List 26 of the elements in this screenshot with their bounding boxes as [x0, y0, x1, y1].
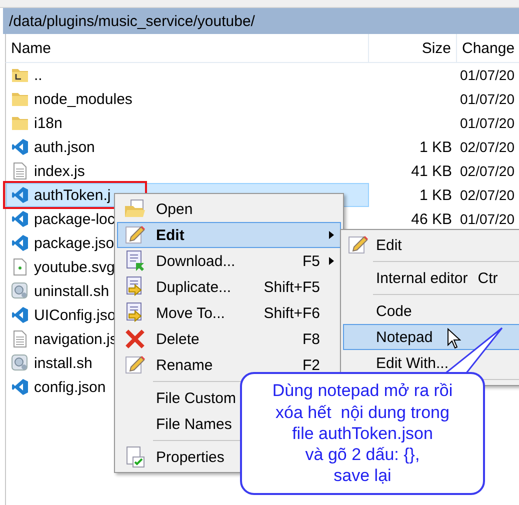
file-date: 01/07/20: [459, 211, 516, 227]
file-name: navigation.js: [34, 330, 118, 348]
file-name: auth.json: [34, 138, 95, 156]
file-date: 02/07/20: [459, 187, 516, 203]
file-name: i18n: [34, 114, 62, 132]
file-name: install.sh: [34, 354, 92, 372]
file-size: 41 KB: [410, 162, 453, 180]
file-date: 01/07/20: [459, 67, 516, 83]
file-name: youtube.svg: [34, 258, 115, 276]
file-size: 46 KB: [410, 210, 453, 228]
file-name: package.jso: [34, 234, 114, 252]
file-date: 02/07/20: [459, 163, 516, 179]
callout-text: Dùng notepad mở ra rồi xóa hết nội dung trong file authToken.json và gõ 2 dấu: {}, save lại: [272, 380, 453, 487]
file-date: 02/07/20: [459, 139, 516, 155]
file-size: 1 KB: [418, 138, 453, 156]
file-size: 1 KB: [418, 186, 453, 204]
file-name: ..: [34, 66, 42, 84]
file-name: authToken.j: [34, 186, 111, 204]
file-name: UIConfig.jso: [34, 306, 116, 324]
file-name: index.js: [34, 162, 85, 180]
file-name: uninstall.sh: [34, 282, 110, 300]
file-name: config.json: [34, 378, 106, 396]
file-name: package-loc: [34, 210, 115, 228]
file-date: 01/07/20: [459, 115, 516, 131]
file-date: 01/07/20: [459, 91, 516, 107]
file-name: node_modules: [34, 90, 132, 108]
